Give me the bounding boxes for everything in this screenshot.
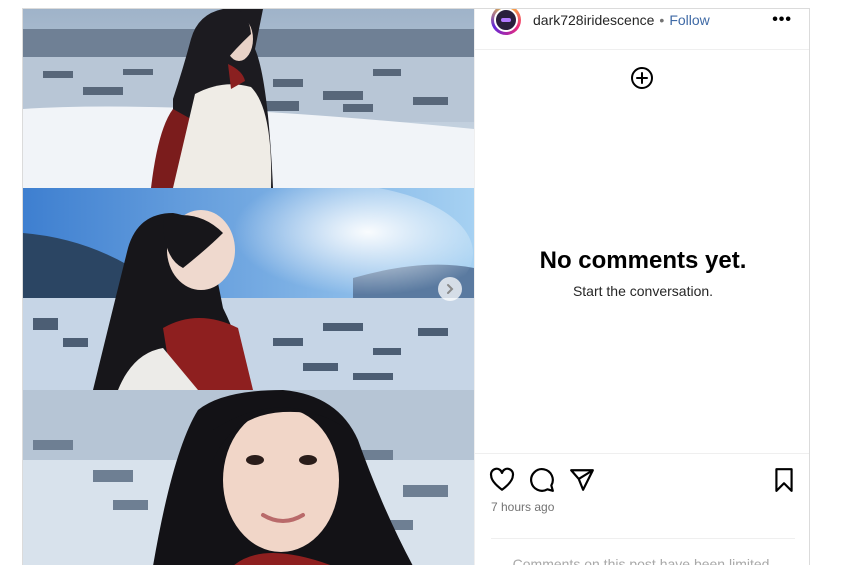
divider: [491, 538, 795, 539]
chevron-right-icon: [447, 284, 454, 294]
post-media: [23, 9, 474, 565]
post-actions: 7 hours ago Comments on this post have b…: [475, 453, 809, 565]
comment-icon[interactable]: [529, 467, 555, 493]
share-icon[interactable]: [569, 467, 595, 493]
action-bar: [489, 467, 797, 497]
media-panel-2: [23, 188, 474, 390]
empty-comments-subtitle: Start the conversation.: [572, 283, 714, 299]
avatar[interactable]: [491, 9, 521, 35]
post-modal: dark728iridescence • Follow ••• No comme…: [22, 8, 810, 565]
add-circle-icon[interactable]: [630, 66, 654, 90]
more-options-icon[interactable]: •••: [772, 11, 792, 29]
comments-limited-notice: Comments on this post have been limited.: [512, 556, 774, 565]
empty-comments-title: No comments yet.: [539, 247, 747, 274]
username-link[interactable]: dark728iridescence: [533, 12, 654, 28]
post-sidebar: dark728iridescence • Follow ••• No comme…: [474, 9, 809, 565]
follow-button[interactable]: Follow: [669, 12, 709, 28]
separator-dot: •: [659, 12, 665, 28]
post-header: dark728iridescence • Follow •••: [475, 9, 809, 50]
next-image-button[interactable]: [438, 277, 462, 301]
page-background: [0, 0, 860, 8]
media-panel-1: [23, 9, 474, 188]
heart-icon[interactable]: [489, 467, 515, 493]
bookmark-icon[interactable]: [771, 467, 797, 493]
post-author: dark728iridescence • Follow: [533, 12, 710, 28]
media-panel-3: [23, 390, 474, 565]
post-timestamp[interactable]: 7 hours ago: [491, 500, 554, 514]
